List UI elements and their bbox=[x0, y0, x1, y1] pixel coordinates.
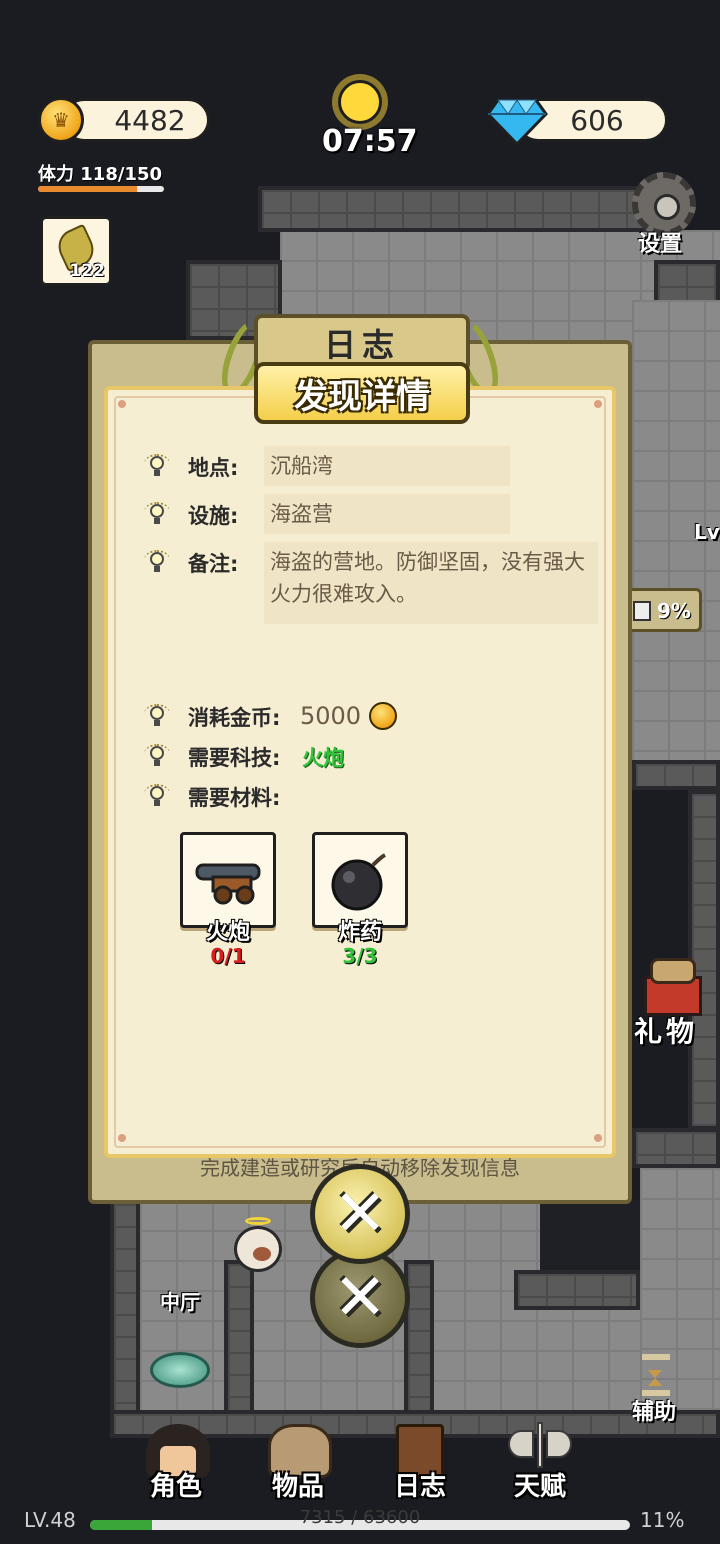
cost-value: 5000 bbox=[300, 702, 362, 730]
lightbulb-icon bbox=[144, 784, 170, 808]
lightbulb-icon bbox=[144, 704, 170, 728]
buff-count: 122 bbox=[69, 261, 106, 281]
close-button[interactable]: ✕ bbox=[310, 1164, 410, 1264]
lightbulb-icon bbox=[144, 502, 170, 526]
wall-bottom-mid2 bbox=[404, 1260, 434, 1420]
material-count: 3/3 bbox=[342, 944, 378, 968]
halo-icon bbox=[245, 1217, 271, 1225]
material-name: 炸药 bbox=[337, 920, 382, 945]
coin-value: 4482 bbox=[114, 103, 186, 137]
xp-text: 7315 / 63600 bbox=[299, 1507, 421, 1528]
location-label: 地点: bbox=[188, 456, 239, 480]
settings-label[interactable]: 设置 bbox=[638, 226, 682, 258]
portal-icon[interactable] bbox=[150, 1352, 210, 1388]
location-value: 沉船湾 bbox=[270, 454, 333, 478]
close-icon: ✕ bbox=[333, 1177, 387, 1251]
wall-bottom-mid bbox=[224, 1260, 254, 1420]
material-name: 火炮 bbox=[205, 920, 250, 945]
gem-icon bbox=[486, 98, 548, 146]
materials-label: 需要材料: bbox=[188, 786, 281, 810]
lightbulb-icon bbox=[144, 744, 170, 768]
nav-character[interactable]: 角色 bbox=[150, 1466, 202, 1503]
wall-top bbox=[258, 186, 658, 232]
facility-value: 海盗营 bbox=[270, 502, 333, 526]
character-sprite[interactable] bbox=[234, 1217, 282, 1272]
player-level: LV.48 bbox=[24, 1508, 76, 1532]
tech-value[interactable]: 火炮 bbox=[302, 742, 344, 772]
bomb-icon bbox=[331, 853, 386, 911]
stamina-label: 体力 118/150 bbox=[38, 164, 162, 185]
note-value: 海盗的营地。防御坚固，没有强大火力很难攻入。 bbox=[270, 550, 585, 606]
progress-badge-text: 9% bbox=[657, 599, 691, 623]
coin-icon: ♛ bbox=[38, 97, 84, 143]
partial-level-label: Lv bbox=[694, 520, 720, 544]
coin-counter[interactable]: 4482 bbox=[62, 98, 210, 142]
sun-icon bbox=[338, 80, 382, 124]
nav-log[interactable]: 日志 bbox=[394, 1466, 446, 1503]
wall-bottom-left bbox=[110, 1200, 140, 1420]
wall-pit-bottom bbox=[514, 1270, 640, 1310]
nav-items[interactable]: 物品 bbox=[272, 1466, 324, 1503]
stamina-bar bbox=[38, 186, 164, 192]
buff-slot[interactable]: 122 bbox=[40, 216, 112, 286]
modal-title: 发现详情 bbox=[254, 362, 470, 424]
progress-badge[interactable]: 9% bbox=[620, 588, 702, 632]
gift-button[interactable] bbox=[640, 958, 706, 1018]
lightbulb-icon bbox=[144, 550, 170, 574]
dark-pit bbox=[540, 1200, 640, 1270]
coin-icon bbox=[369, 702, 397, 730]
cannon-icon bbox=[195, 863, 261, 905]
assist-label[interactable]: 辅助 bbox=[632, 1394, 676, 1426]
clock-time: 07:57 bbox=[322, 124, 418, 159]
cost-label: 消耗金币: bbox=[188, 706, 281, 730]
nav-talent[interactable]: 天赋 bbox=[514, 1466, 566, 1503]
gift-label[interactable]: 礼物 bbox=[634, 1010, 698, 1050]
lightbulb-icon bbox=[144, 454, 170, 478]
material-count: 0/1 bbox=[210, 944, 246, 968]
wall-right-low bbox=[632, 1128, 720, 1168]
gem-value: 606 bbox=[570, 103, 624, 137]
room-label: 中厅 bbox=[160, 1290, 200, 1314]
stamina-fill bbox=[38, 186, 138, 192]
note-label: 备注: bbox=[188, 552, 239, 576]
shirt-icon bbox=[633, 601, 651, 621]
xp-percent: 11% bbox=[640, 1508, 685, 1532]
tech-label: 需要科技: bbox=[188, 746, 281, 770]
wall-right-mid bbox=[632, 760, 720, 790]
hourglass-icon[interactable] bbox=[642, 1354, 670, 1396]
facility-label: 设施: bbox=[188, 504, 239, 528]
